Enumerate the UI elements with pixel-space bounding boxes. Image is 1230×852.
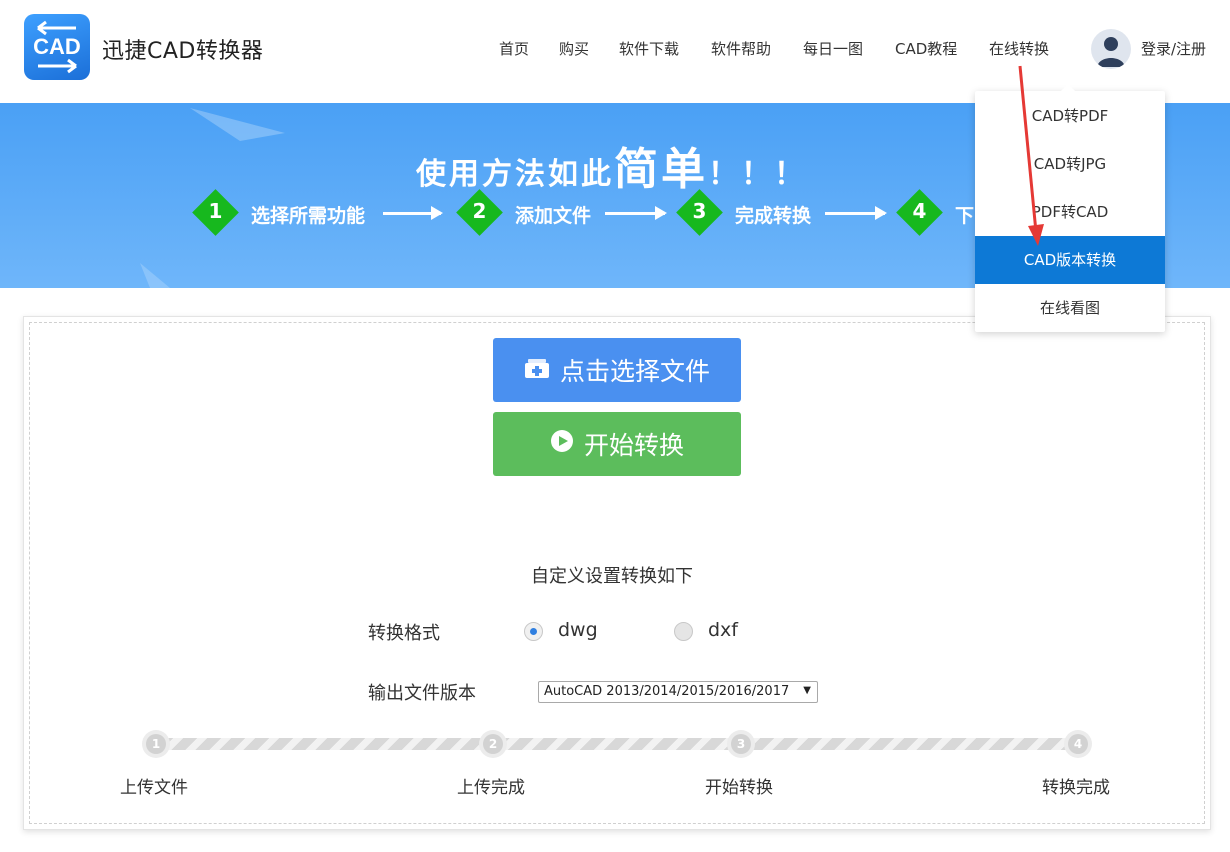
banner-title: 使用方法如此简单！！！ [416, 133, 807, 197]
progress-node-4: 4 [1064, 730, 1092, 758]
user-avatar-icon[interactable] [1091, 29, 1131, 69]
step-number: 1 [208, 199, 223, 223]
dropdown-item-pdf-to-cad[interactable]: PDF转CAD [975, 188, 1165, 236]
nav-tutorial[interactable]: CAD教程 [895, 38, 957, 59]
progress-node-number: 1 [146, 734, 166, 754]
main-nav: 首页 购买 软件下载 软件帮助 每日一图 CAD教程 在线转换 [0, 38, 1230, 62]
dropdown-item-cad-to-jpg[interactable]: CAD转JPG [975, 140, 1165, 188]
login-register-link[interactable]: 登录/注册 [1141, 38, 1206, 59]
dropdown-item-cad-version-convert[interactable]: CAD版本转换 [975, 236, 1165, 284]
step-number: 4 [912, 199, 927, 223]
version-label: 输出文件版本 [368, 683, 476, 704]
nav-daily-image[interactable]: 每日一图 [803, 38, 863, 59]
progress-node-3: 3 [727, 730, 755, 758]
start-convert-label: 开始转换 [583, 431, 684, 460]
play-icon [550, 429, 574, 459]
select-file-button[interactable]: 点击选择文件 [493, 338, 741, 402]
format-radio-dwg[interactable] [524, 622, 543, 641]
banner-title-exclaim: ！！！ [708, 157, 807, 192]
site-header: CAD 迅捷CAD转换器 首页 购买 软件下载 软件帮助 每日一图 CAD教程 … [0, 0, 1230, 100]
chevron-down-icon: ▼ [803, 685, 811, 696]
banner-title-emphasis: 简单 [614, 144, 708, 195]
online-convert-dropdown: CAD转PDF CAD转JPG PDF转CAD CAD版本转换 在线看图 [975, 84, 1165, 332]
converter-panel: 点击选择文件 开始转换 自定义设置转换如下 转换格式 dwg dxf 输出文件版… [23, 316, 1211, 830]
step-label: 完成转换 [735, 205, 812, 227]
nav-online-convert[interactable]: 在线转换 [989, 38, 1049, 59]
version-select[interactable]: AutoCAD 2013/2014/2015/2016/2017 ▼ [538, 681, 818, 703]
banner-step-3: 3 完成转换 [676, 189, 897, 236]
progress-node-2: 2 [479, 730, 507, 758]
step-label: 下 [955, 205, 975, 227]
select-file-label: 点击选择文件 [559, 357, 710, 386]
banner-title-main: 使用方法如此 [416, 157, 614, 192]
step-label: 添加文件 [515, 205, 592, 227]
banner-step-1: 1 选择所需功能 [192, 189, 453, 236]
step-arrow-icon [383, 206, 443, 220]
progress-track [159, 738, 1084, 750]
step-number: 3 [692, 199, 707, 223]
step-label: 选择所需功能 [251, 205, 366, 227]
format-label: 转换格式 [368, 623, 440, 644]
progress-label-3: 开始转换 [705, 778, 773, 798]
nav-home[interactable]: 首页 [499, 38, 529, 59]
step-arrow-icon [605, 206, 667, 220]
version-select-value: AutoCAD 2013/2014/2015/2016/2017 [544, 684, 790, 699]
dropdown-item-online-viewer[interactable]: 在线看图 [975, 284, 1165, 332]
nav-help[interactable]: 软件帮助 [711, 38, 771, 59]
format-option-dxf[interactable]: dxf [708, 619, 738, 641]
banner-step-2: 2 添加文件 [456, 189, 677, 236]
start-convert-button[interactable]: 开始转换 [493, 412, 741, 476]
progress-node-number: 3 [731, 734, 751, 754]
progress-node-number: 4 [1068, 734, 1088, 754]
progress-node-1: 1 [142, 730, 170, 758]
format-radio-dxf[interactable] [674, 622, 693, 641]
nav-buy[interactable]: 购买 [559, 38, 589, 59]
step-number: 2 [472, 199, 487, 223]
format-option-dwg[interactable]: dwg [558, 619, 598, 641]
progress-node-number: 2 [483, 734, 503, 754]
progress-label-1: 上传文件 [120, 778, 188, 798]
dropdown-item-cad-to-pdf[interactable]: CAD转PDF [975, 92, 1165, 140]
nav-download[interactable]: 软件下载 [619, 38, 679, 59]
settings-title: 自定义设置转换如下 [531, 566, 693, 587]
progress-label-4: 转换完成 [1042, 778, 1110, 798]
add-file-icon [524, 356, 550, 385]
step-arrow-icon [825, 206, 887, 220]
progress-label-2: 上传完成 [457, 778, 525, 798]
